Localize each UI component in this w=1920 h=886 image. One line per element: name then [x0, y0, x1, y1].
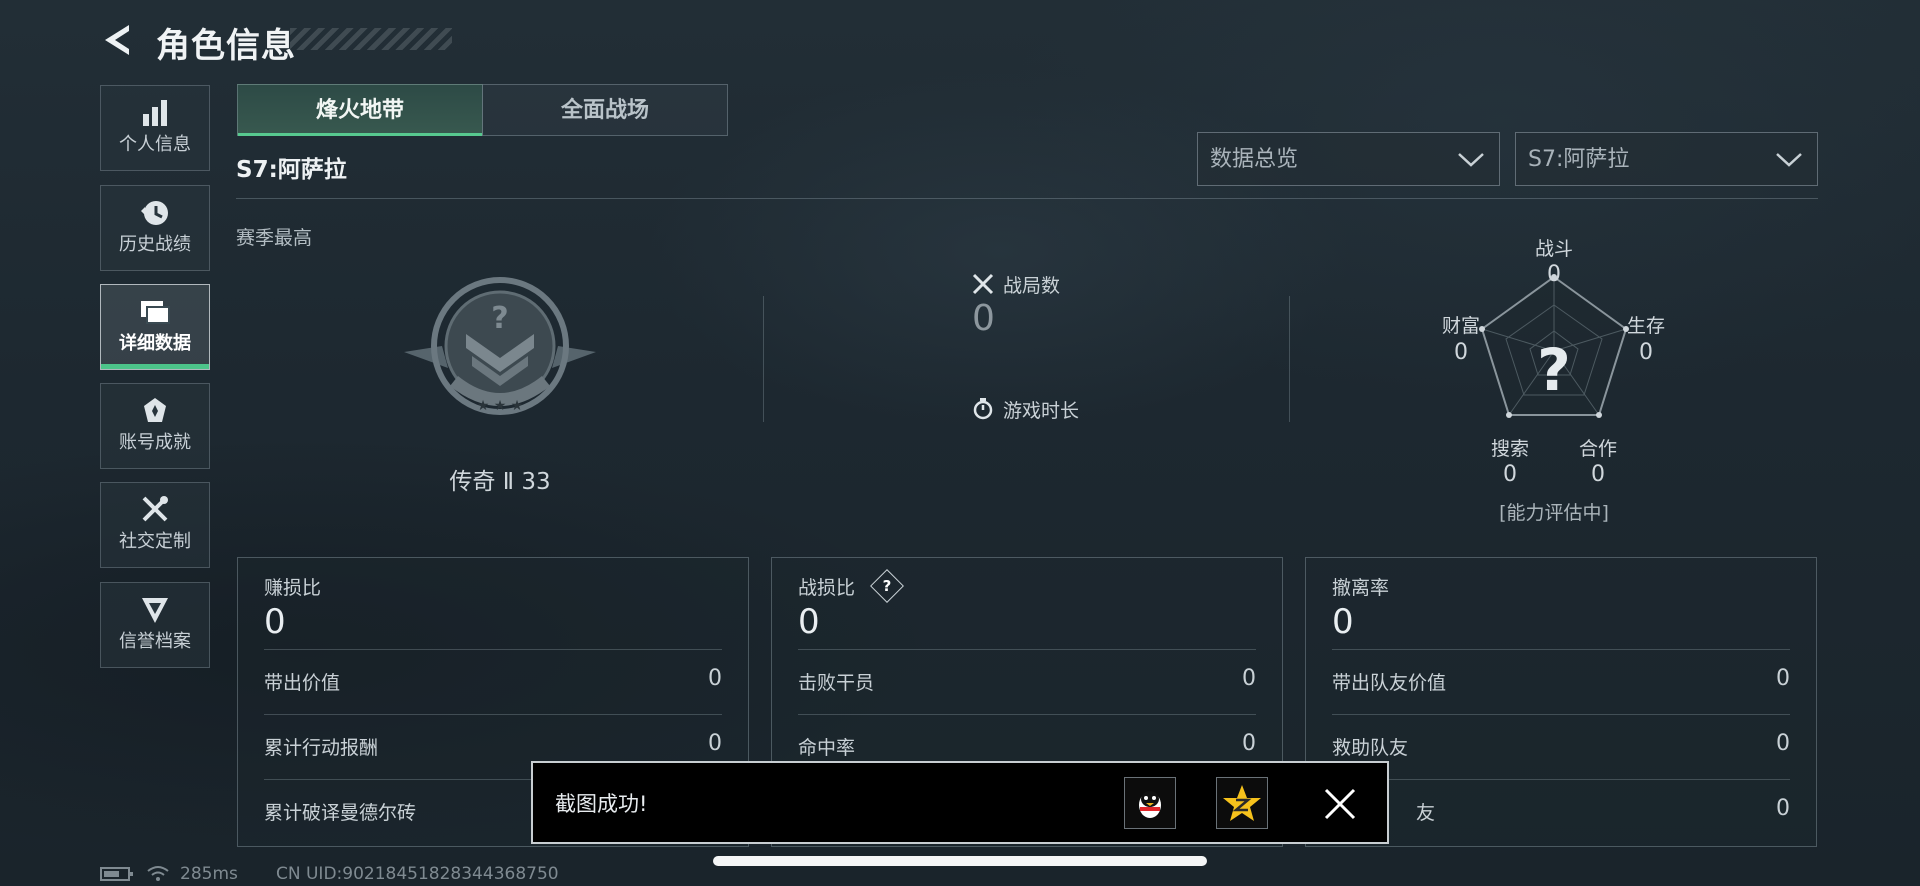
stat-value: 0 — [1776, 796, 1790, 821]
rank-emblem-icon: ? ★ ★ ★ — [402, 276, 598, 426]
sidebar-item-detailed-data[interactable]: 详细数据 — [100, 284, 210, 370]
ping-readout: 285ms — [180, 864, 238, 884]
season-select-value: S7:阿萨拉 — [1528, 147, 1630, 172]
stat-label: 命中率 — [798, 737, 856, 759]
season-best-label: 赛季最高 — [236, 227, 313, 249]
chevron-down-icon — [1776, 153, 1802, 167]
radar-combat-label: 战斗 — [1534, 238, 1573, 260]
page-title: 角色信息 — [156, 26, 296, 66]
tab-hazard-zone[interactable]: 烽火地带 — [237, 84, 483, 136]
stat-value: 0 — [708, 666, 722, 691]
active-indicator — [101, 364, 209, 369]
title-decoration — [290, 28, 452, 50]
sidebar-item-credit-profile[interactable]: 信誉档案 — [100, 582, 210, 668]
radar-survival-value: 0 — [1639, 340, 1653, 365]
medal-icon — [144, 398, 166, 422]
stat-row: 带出队友价值 0 — [1332, 649, 1790, 714]
user-uid: CN UID:90218451828344368750 — [276, 864, 559, 884]
sidebar-item-personal-info[interactable]: 个人信息 — [100, 85, 210, 171]
stat-label: 友 — [1416, 802, 1436, 824]
tools-icon — [142, 496, 168, 522]
crossed-swords-icon — [972, 273, 994, 299]
playtime-label: 游戏时长 — [1003, 400, 1080, 422]
stat-value: 0 — [1242, 666, 1256, 691]
sidebar-item-label: 社交定制 — [119, 531, 191, 552]
stat-label: 击败干员 — [798, 672, 875, 694]
stat-value: 0 — [708, 731, 722, 756]
radar-cooperation-label: 合作 — [1578, 438, 1617, 460]
tab-label: 全面战场 — [560, 98, 649, 123]
stopwatch-icon — [972, 398, 994, 424]
chevron-down-icon — [1458, 153, 1484, 167]
screenshot-toast: 截图成功! — [531, 761, 1389, 844]
rank-name: 传奇 Ⅱ 33 — [449, 469, 551, 495]
stat-value: 0 — [1776, 731, 1790, 756]
qzone-star-icon — [1223, 785, 1261, 821]
stat-row: 友 0 — [1332, 779, 1790, 844]
sidebar-item-social-custom[interactable]: 社交定制 — [100, 482, 210, 568]
home-indicator[interactable] — [713, 856, 1207, 866]
history-clock-icon — [141, 201, 168, 225]
matches-label: 战局数 — [1003, 275, 1061, 297]
season-select[interactable]: S7:阿萨拉 — [1515, 132, 1818, 186]
card-value: 0 — [1332, 602, 1354, 642]
shield-badge-icon — [142, 598, 168, 623]
card-title: 赚损比 — [264, 577, 322, 599]
card-title-wrap: 战损比 ? — [798, 568, 905, 603]
radar-combat-value: 0 — [1547, 262, 1561, 287]
close-icon[interactable] — [1323, 787, 1357, 825]
folder-icon — [141, 301, 170, 324]
divider — [236, 198, 1818, 199]
divider — [1289, 296, 1290, 422]
back-arrow-icon[interactable] — [98, 20, 138, 60]
sidebar-item-achievements[interactable]: 账号成就 — [100, 383, 210, 469]
season-title: S7:阿萨拉 — [236, 157, 347, 183]
evaluation-status: [能力评估中] — [1499, 502, 1609, 524]
overview-select[interactable]: 数据总览 — [1197, 132, 1500, 186]
help-icon[interactable]: ? — [870, 568, 905, 603]
stat-row: 带出价值 0 — [264, 649, 722, 714]
sidebar-item-label: 账号成就 — [119, 432, 191, 453]
battery-icon — [100, 866, 134, 886]
bar-chart-icon — [143, 100, 167, 126]
stat-row: 击败干员 0 — [798, 649, 1256, 714]
radar-center-mark: ? — [1537, 336, 1571, 404]
svg-text:★ ★ ★: ★ ★ ★ — [477, 398, 524, 414]
share-qq-button[interactable] — [1124, 777, 1176, 829]
stat-label: 累计破译曼德尔砖 — [264, 802, 417, 824]
stat-label: 带出价值 — [264, 672, 341, 694]
share-qzone-button[interactable] — [1216, 777, 1268, 829]
radar-wealth-value: 0 — [1454, 340, 1468, 365]
sidebar-item-label: 信誉档案 — [119, 631, 191, 652]
sidebar-item-label: 详细数据 — [119, 333, 191, 354]
matches-value: 0 — [972, 298, 995, 339]
radar-cooperation-value: 0 — [1591, 462, 1605, 487]
card-value: 0 — [264, 602, 286, 642]
help-mark: ? — [882, 576, 892, 595]
stat-row: 救助队友 0 — [1332, 714, 1790, 779]
radar-search-value: 0 — [1503, 462, 1517, 487]
stat-label: 累计行动报酬 — [264, 737, 379, 759]
radar-wealth-label: 财富 — [1441, 315, 1480, 337]
card-value: 0 — [798, 602, 820, 642]
sidebar-item-match-history[interactable]: 历史战绩 — [100, 185, 210, 271]
stat-value: 0 — [1242, 731, 1256, 756]
card-title: 战损比 — [798, 577, 856, 599]
svg-text:?: ? — [491, 301, 508, 336]
card-title: 撤离率 — [1332, 577, 1390, 599]
sidebar-item-label: 历史战绩 — [119, 234, 191, 255]
radar-search-label: 搜索 — [1490, 438, 1529, 460]
stat-value: 0 — [1776, 666, 1790, 691]
qq-penguin-icon — [1139, 791, 1161, 818]
stat-label: 带出队友价值 — [1332, 672, 1447, 694]
tab-label: 烽火地带 — [315, 98, 404, 123]
sidebar-item-label: 个人信息 — [119, 134, 191, 155]
stat-label: 救助队友 — [1332, 737, 1409, 759]
radar-survival-label: 生存 — [1626, 315, 1665, 337]
divider — [763, 296, 764, 422]
toast-message: 截图成功! — [555, 792, 648, 816]
tab-underline — [238, 133, 482, 136]
overview-select-value: 数据总览 — [1210, 147, 1299, 172]
tab-full-battlefield[interactable]: 全面战场 — [482, 84, 728, 136]
